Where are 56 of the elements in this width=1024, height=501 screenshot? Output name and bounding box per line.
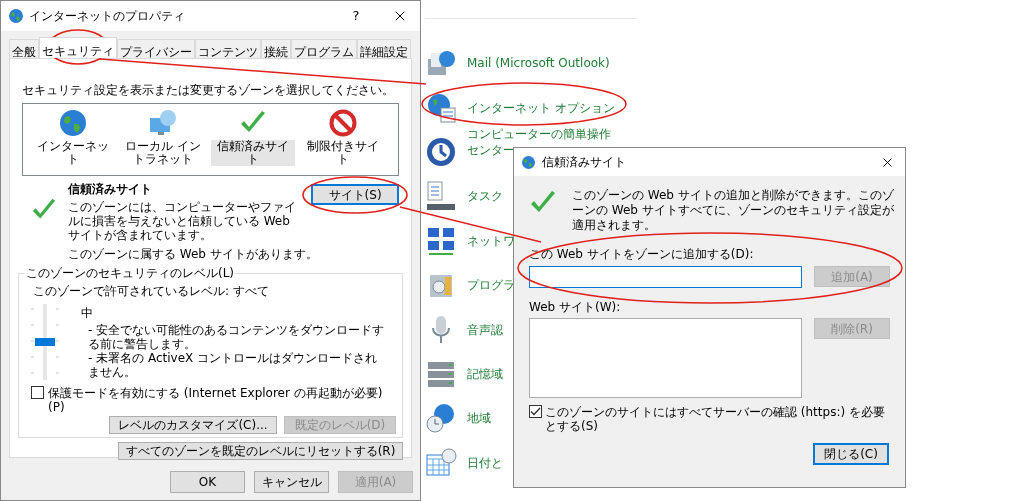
control-panel-item[interactable]: タスク [467, 188, 503, 205]
checkbox-label: 保護モードを有効にする (Internet Explorer の再起動が必要)(P) [48, 386, 384, 414]
globe-form-icon [425, 91, 457, 124]
window-title: 信頼済みサイト [542, 154, 626, 171]
control-panel-item[interactable]: 記憶域 [467, 365, 503, 382]
globe-icon [521, 154, 536, 170]
window-title: インターネットのプロパティ [29, 8, 185, 25]
tab[interactable]: プライバシー [117, 39, 195, 58]
reset-zones-button[interactable]: すべてのゾーンを既定のレベルにリセットする(R) [118, 442, 403, 460]
zone-item[interactable]: 信頼済みサイト [211, 140, 295, 166]
calendar-clock-icon [425, 446, 457, 479]
website-input-field[interactable] [529, 266, 802, 288]
control-panel-item[interactable]: インターネット オプション [467, 99, 615, 116]
globe-icon [8, 8, 24, 24]
control-panel-item[interactable]: Mail (Microsoft Outlook) [467, 55, 610, 72]
allowed-level: このゾーンで許可されているレベル: すべて [33, 283, 270, 300]
list-label: Web サイト(W): [529, 299, 622, 316]
globe-clock-icon [425, 402, 457, 435]
https-checkbox[interactable] [529, 405, 542, 418]
level-description: - 未署名の ActiveX コントロールはダウンロードされません。 [88, 351, 379, 379]
tab[interactable]: プログラム [291, 39, 357, 58]
zone-title: 信頼済みサイト [67, 181, 153, 198]
task-list-icon [425, 180, 457, 213]
zone-description: このゾーンには、コンピューターやファイルに損害を与えないと信頼している Web サイトが含まれています。 [67, 200, 297, 242]
zone-prompt: セキュリティ設定を表示または変更するゾーンを選択してください。 [22, 82, 395, 99]
tab[interactable]: 詳細設定 [357, 39, 411, 58]
dialog-message: このゾーンの Web サイトの追加と削除ができます。このゾーンの Web サイトすべてに、ゾーンのセキュリティ設定が適用されます。 [572, 188, 895, 233]
protected-mode-checkbox[interactable] [31, 386, 44, 399]
close-button[interactable]: 閉じる(C) [813, 443, 889, 465]
slider-thumb[interactable] [35, 338, 55, 346]
control-panel-item[interactable]: 日付と [467, 454, 503, 471]
control-panel-item[interactable]: 地域 [467, 410, 491, 427]
zone-note: このゾーンに属する Web サイトがあります。 [68, 246, 319, 263]
group-label: このゾーンのセキュリティのレベル(L) [25, 265, 236, 282]
control-panel-item[interactable]: 音声認 [467, 321, 503, 338]
tab[interactable]: 接続 [261, 39, 291, 58]
tab[interactable]: セキュリティ [39, 37, 117, 58]
customize-level-button[interactable]: レベルのカスタマイズ(C)... [109, 416, 277, 434]
zone-item[interactable]: インターネット [31, 140, 115, 166]
tab[interactable]: コンテンツ [195, 39, 261, 58]
no-entry-icon [328, 108, 358, 138]
zone-item[interactable]: ローカル イントラネット [121, 140, 205, 166]
control-panel-item[interactable]: ネットワ [467, 232, 515, 249]
tab[interactable]: 全般 [9, 39, 39, 58]
globe-icon [58, 108, 88, 138]
dialog-button[interactable]: キャンセル [254, 471, 329, 493]
level-description: - 安全でない可能性のあるコンテンツをダウンロードする前に警告します。 [88, 323, 386, 351]
control-panel-item[interactable]: プログラ [467, 277, 515, 294]
accessibility-icon [425, 135, 457, 168]
checkbox-label: このゾーンのサイトにはすべてサーバーの確認 (https:) を必要とする(S) [545, 405, 886, 433]
level-name: 中 [81, 305, 94, 322]
zone-item[interactable]: 制限付きサイト [301, 140, 385, 166]
dialog-button[interactable]: OK [170, 471, 245, 493]
help-button[interactable]: ? [348, 6, 364, 26]
monitor-globe-icon [148, 108, 178, 138]
sites-button[interactable]: サイト(S) [311, 184, 399, 205]
